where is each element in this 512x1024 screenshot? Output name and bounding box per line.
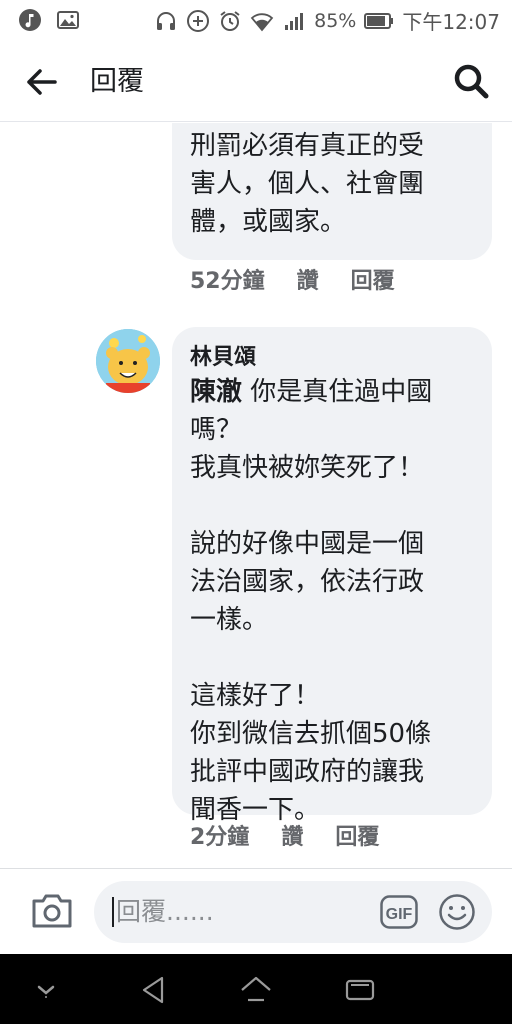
arrow-left-icon bbox=[27, 69, 57, 95]
status-bar: 85% 下午12:07 bbox=[0, 0, 512, 40]
comment-line: 你到微信去抓個50條 bbox=[190, 719, 432, 749]
avatar[interactable] bbox=[96, 329, 160, 393]
text-cursor bbox=[112, 897, 114, 927]
comment-bubble: 林貝頌 陳澈 你是真住過中國 嗎？ 我真快被妳笑死了！ 說的好像中國是一個 法治… bbox=[172, 327, 492, 825]
search-button[interactable] bbox=[450, 60, 492, 102]
comment-line: 一樣。 bbox=[190, 605, 269, 635]
signal-icon bbox=[285, 12, 304, 30]
emoji-button[interactable] bbox=[438, 893, 476, 931]
search-icon bbox=[454, 64, 489, 99]
camera-button[interactable] bbox=[30, 891, 74, 931]
clock: 下午12:07 bbox=[402, 10, 500, 34]
comment-line: 陳澈 你是真住過中國 bbox=[190, 373, 480, 411]
battery-icon bbox=[364, 12, 394, 29]
comment-line: 我真快被妳笑死了！ bbox=[190, 453, 425, 483]
comment-time: 2分鐘 bbox=[190, 825, 250, 850]
comment-line: 這樣好了！ bbox=[190, 681, 321, 711]
reply-button[interactable]: 回覆 bbox=[351, 263, 395, 295]
wifi-icon bbox=[250, 12, 274, 31]
chevron-down-icon bbox=[37, 985, 55, 998]
comment-line: 批評中國政府的讓我 bbox=[190, 757, 425, 787]
comment-line: 嗎？ bbox=[190, 415, 243, 445]
comment-bubble: 上轉發才被抓，因為 刑罰必須有真正的受 害人，個人、社會團 體，或國家。 bbox=[172, 123, 492, 260]
comment-line bbox=[190, 487, 480, 525]
comment-line-text: 你是真住過中國 bbox=[242, 377, 433, 407]
gif-icon: GIF bbox=[380, 895, 418, 929]
home-icon bbox=[241, 976, 271, 1002]
comment-line: 說的好像中國是一個 bbox=[190, 529, 425, 559]
app-header: 回覆 bbox=[0, 40, 512, 122]
recents-icon bbox=[345, 979, 375, 1001]
battery-percent: 85% bbox=[314, 9, 357, 32]
headphones-icon bbox=[157, 11, 176, 30]
mention-link[interactable]: 陳澈 bbox=[190, 377, 242, 407]
reply-input[interactable]: 回覆...... GIF bbox=[94, 881, 492, 943]
like-button[interactable]: 讚 bbox=[281, 819, 303, 851]
smiley-icon bbox=[439, 894, 475, 930]
avatar-image bbox=[96, 329, 160, 393]
comment-actions: 52分鐘 讚 回覆 bbox=[190, 263, 395, 295]
reply-button[interactable]: 回覆 bbox=[335, 819, 379, 851]
comment-line: 法治國家，依法行政 bbox=[190, 567, 425, 597]
gif-button[interactable]: GIF bbox=[380, 895, 418, 929]
gif-label: GIF bbox=[386, 906, 413, 923]
hide-nav-button[interactable] bbox=[28, 972, 64, 1008]
nav-recents-button[interactable] bbox=[342, 972, 378, 1008]
gallery-icon bbox=[57, 11, 79, 29]
comment-line bbox=[190, 639, 480, 677]
camera-icon bbox=[32, 894, 72, 928]
alarm-icon bbox=[220, 10, 240, 31]
comment-actions: 2分鐘 讚 回覆 bbox=[190, 819, 379, 851]
back-button[interactable] bbox=[22, 62, 62, 102]
system-nav-bar bbox=[0, 954, 512, 1024]
comment-time: 52分鐘 bbox=[190, 269, 265, 294]
reply-composer: 回覆...... GIF bbox=[0, 868, 512, 954]
nav-home-button[interactable] bbox=[238, 972, 274, 1008]
add-circle-icon bbox=[187, 9, 210, 32]
page-title: 回覆 bbox=[90, 66, 144, 97]
reply-placeholder: 回覆...... bbox=[116, 897, 214, 926]
comments-list[interactable]: 上轉發才被抓，因為 刑罰必須有真正的受 害人，個人、社會團 體，或國家。 52分… bbox=[0, 123, 512, 868]
music-app-icon bbox=[19, 9, 41, 31]
nav-back-button[interactable] bbox=[136, 972, 172, 1008]
comment-text: 上轉發才被抓，因為 刑罰必須有真正的受 害人，個人、社會團 體，或國家。 bbox=[190, 131, 425, 237]
comment-author[interactable]: 林貝頌 bbox=[190, 339, 256, 371]
like-button[interactable]: 讚 bbox=[297, 263, 319, 295]
comment-text: 陳澈 你是真住過中國 嗎？ 我真快被妳笑死了！ 說的好像中國是一個 法治國家，依… bbox=[190, 373, 480, 829]
back-triangle-icon bbox=[142, 976, 164, 1004]
